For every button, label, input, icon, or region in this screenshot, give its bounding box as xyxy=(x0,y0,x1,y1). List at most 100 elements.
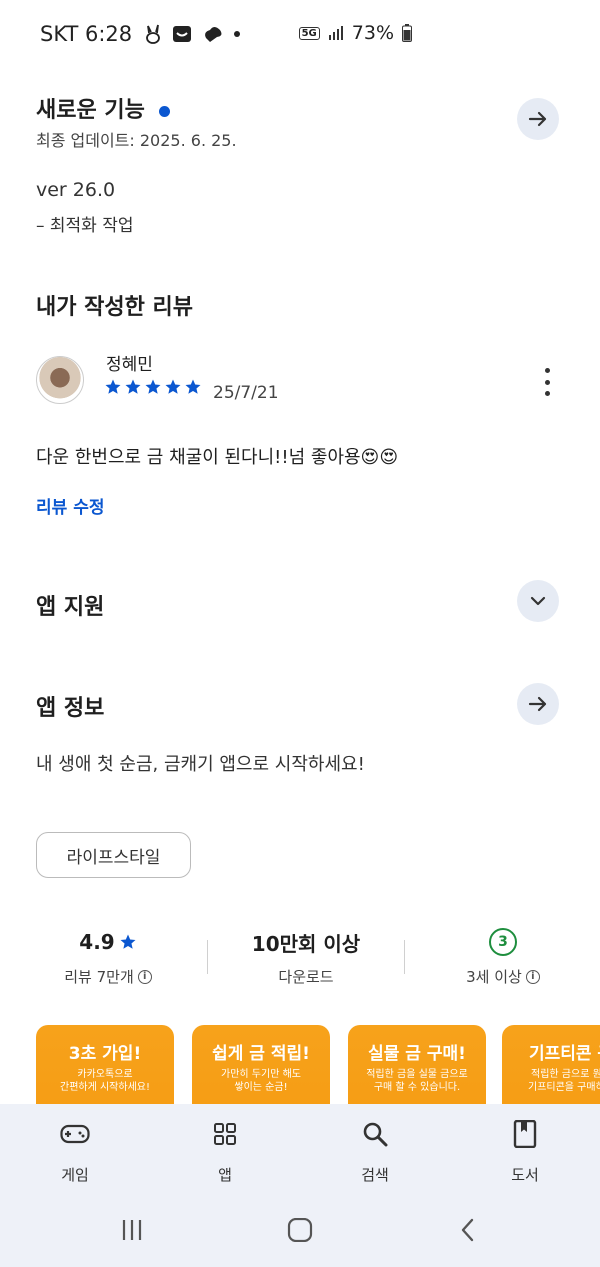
screenshot-sub: 기프티콘을 구매하세 xyxy=(528,1082,600,1093)
screenshot-card[interactable]: 쉽게 금 적립! 가만히 두기만 해도 쌓이는 순금! xyxy=(192,1025,330,1105)
arrow-right-icon xyxy=(528,696,547,712)
rating-value: 4.9 xyxy=(79,930,115,954)
star-icon xyxy=(105,379,121,394)
status-left: SKT 6:28 xyxy=(40,22,241,46)
app-info-title: 앱 정보 xyxy=(36,696,105,721)
more-dot xyxy=(544,379,550,385)
star-icon xyxy=(145,379,161,394)
nav-icon-wrap xyxy=(470,1118,580,1150)
back-icon[interactable] xyxy=(458,1218,478,1242)
screenshot-headline: 실물 금 구매! xyxy=(368,1044,466,1064)
age-stat-top: 3 xyxy=(423,928,583,956)
avatar xyxy=(36,356,84,404)
screenshot-card[interactable]: 기프티콘 구 적립한 금으로 원하 기프티콘을 구매하세 xyxy=(502,1025,600,1105)
home-icon[interactable] xyxy=(287,1218,313,1242)
notification-icons xyxy=(144,24,241,44)
gamepad-icon xyxy=(60,1124,90,1144)
screenshot-sub: 카카오톡으로 xyxy=(77,1069,133,1080)
screenshot-carousel[interactable]: 3초 가입! 카카오톡으로 간편하게 시작하세요! 쉽게 금 적립! 가만히 두… xyxy=(36,1025,600,1105)
more-dot xyxy=(544,391,550,396)
star-icon xyxy=(125,379,141,394)
nav-item-search[interactable]: 검색 xyxy=(320,1118,430,1185)
rating-stat-top: 4.9 xyxy=(28,928,188,956)
rabbit-icon xyxy=(146,24,161,44)
version-note: – 최적화 작업 xyxy=(36,216,134,236)
review-text: 다운 한번으로 금 채굴이 된다니!!넘 좋아용😍😍 xyxy=(36,447,399,468)
nav-label: 검색 xyxy=(361,1166,389,1184)
downloads-label: 다운로드 xyxy=(278,968,334,986)
category-chip[interactable]: 라이프스타일 xyxy=(36,832,191,878)
nav-icon-wrap xyxy=(320,1118,430,1150)
info-icon: i xyxy=(525,969,540,984)
status-bar: SKT 6:28 5G 73% xyxy=(0,0,600,70)
search-icon xyxy=(363,1122,388,1147)
star-icon xyxy=(120,934,136,949)
star-rating xyxy=(104,378,202,396)
screenshot-headline: 쉽게 금 적립! xyxy=(212,1044,310,1064)
screenshot-sub: 간편하게 시작하세요! xyxy=(60,1082,150,1093)
system-navigation-bar xyxy=(0,1210,600,1250)
my-review-title: 내가 작성한 리뷰 xyxy=(36,295,193,320)
book-icon xyxy=(513,1120,537,1148)
screenshot-sub: 적립한 금을 실물 금으로 xyxy=(366,1069,468,1080)
version-text: ver 26.0 xyxy=(36,179,116,201)
screenshot-headline: 3초 가입! xyxy=(68,1044,142,1064)
screenshot-card[interactable]: 실물 금 구매! 적립한 금을 실물 금으로 구매 할 수 있습니다. xyxy=(348,1025,486,1105)
whats-new-label: 새로운 기능 xyxy=(36,98,145,123)
whats-new-title: 새로운 기능 xyxy=(36,92,170,124)
edit-review-link[interactable]: 리뷰 수정 xyxy=(36,493,104,518)
more-dot xyxy=(544,368,550,373)
more-options-button[interactable] xyxy=(540,368,554,396)
stat-divider xyxy=(404,940,405,974)
screenshot-sub: 적립한 금으로 원하 xyxy=(531,1069,600,1080)
star-icon xyxy=(185,379,201,394)
chevron-down-icon xyxy=(530,596,546,606)
reviews-count: 리뷰 7만개 xyxy=(64,968,134,986)
nav-icon-wrap xyxy=(170,1118,280,1150)
status-right: 5G 73% xyxy=(298,22,412,44)
downloads-value: 10만회 이상 xyxy=(251,931,361,956)
reviewer-name: 정혜민 xyxy=(106,355,153,375)
recent-apps-icon[interactable] xyxy=(120,1218,144,1242)
age-label: 3세 이상 xyxy=(466,968,522,986)
screenshot-sub: 구매 할 수 있습니다. xyxy=(373,1082,461,1093)
whats-new-arrow-button[interactable] xyxy=(517,98,559,140)
rating-stat[interactable]: 4.9 리뷰 7만개 i xyxy=(28,928,188,987)
nav-label: 도서 xyxy=(511,1166,539,1184)
message-app-icon xyxy=(173,26,192,42)
review-date: 25/7/21 xyxy=(213,383,279,403)
app-info-arrow-button[interactable] xyxy=(517,683,559,725)
info-icon: i xyxy=(137,969,152,984)
apps-grid-icon xyxy=(214,1123,236,1145)
carrier-time: SKT 6:28 xyxy=(40,22,133,46)
app-support-title: 앱 지원 xyxy=(36,595,105,620)
nav-item-games[interactable]: 게임 xyxy=(20,1118,130,1185)
screenshot-sub: 쌓이는 순금! xyxy=(234,1082,288,1093)
battery-percent: 73% xyxy=(351,22,394,44)
screenshot-card[interactable]: 3초 가입! 카카오톡으로 간편하게 시작하세요! xyxy=(36,1025,174,1105)
network-badge: 5G xyxy=(298,26,320,40)
stat-divider xyxy=(207,940,208,974)
age-rating-badge: 3 xyxy=(489,928,517,956)
arrow-right-icon xyxy=(528,111,547,127)
app-support-expand-button[interactable] xyxy=(517,580,559,622)
nav-label: 게임 xyxy=(61,1166,89,1184)
cloud-app-icon xyxy=(205,27,222,42)
new-indicator-dot xyxy=(158,105,170,117)
battery-icon xyxy=(402,24,412,42)
last-updated: 최종 업데이트: 2025. 6. 25. xyxy=(36,131,237,150)
signal-icon xyxy=(328,26,343,40)
star-icon xyxy=(165,379,181,394)
age-stat[interactable]: 3 3세 이상 i xyxy=(423,928,583,987)
nav-item-books[interactable]: 도서 xyxy=(470,1118,580,1185)
screenshot-sub: 가만히 두기만 해도 xyxy=(221,1069,301,1080)
downloads-stat: 10만회 이상 다운로드 xyxy=(226,928,386,987)
dot-icon xyxy=(234,31,241,37)
nav-icon-wrap xyxy=(20,1118,130,1150)
screenshot-headline: 기프티콘 구 xyxy=(528,1044,600,1064)
nav-label: 앱 xyxy=(218,1166,232,1184)
rating-stat-bottom: 리뷰 7만개 i xyxy=(28,966,188,987)
age-stat-bottom: 3세 이상 i xyxy=(423,966,583,987)
nav-item-apps[interactable]: 앱 xyxy=(170,1118,280,1185)
app-description: 내 생애 첫 순금, 금캐기 앱으로 시작하세요! xyxy=(36,754,365,775)
